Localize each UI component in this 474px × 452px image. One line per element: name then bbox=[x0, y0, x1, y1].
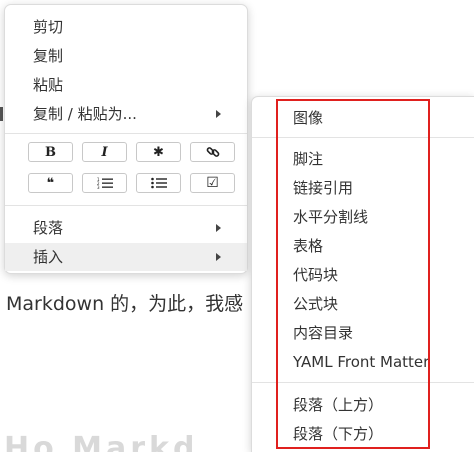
submenu-item-paragraph-below[interactable]: 段落（下方） bbox=[252, 420, 474, 448]
bold-button[interactable]: B bbox=[28, 142, 73, 162]
menu-separator bbox=[252, 137, 474, 138]
menu-separator bbox=[252, 382, 474, 383]
ordered-list-icon: 1 2 3 bbox=[97, 177, 113, 189]
unordered-list-button[interactable] bbox=[136, 173, 181, 193]
submenu-item-table[interactable]: 表格 bbox=[252, 232, 474, 260]
submenu-item-paragraph-above[interactable]: 段落（上方） bbox=[252, 391, 474, 419]
submenu-item-code-block[interactable]: 代码块 bbox=[252, 261, 474, 289]
menu-item-copy[interactable]: 复制 bbox=[5, 42, 247, 70]
insert-submenu: 图像 脚注 链接引用 水平分割线 表格 代码块 公式块 内容目录 YAML Fr… bbox=[251, 96, 474, 452]
unordered-list-icon bbox=[150, 177, 167, 189]
link-button[interactable] bbox=[190, 142, 235, 162]
code-button[interactable]: ✱ bbox=[136, 142, 181, 162]
checkbox-icon: ☑ bbox=[206, 175, 219, 191]
menu-item-copy-paste-as[interactable]: 复制 / 粘贴为... bbox=[5, 100, 247, 128]
asterisk-icon: ✱ bbox=[153, 144, 164, 160]
submenu-item-toc[interactable]: 内容目录 bbox=[252, 319, 474, 347]
submenu-item-image[interactable]: 图像 bbox=[252, 104, 474, 132]
editor-line-marker bbox=[0, 107, 3, 121]
editor-paragraph-text: Markdown 的，为此，我感 bbox=[6, 293, 244, 315]
editor-heading-fragment: Ho Markd bbox=[4, 434, 199, 452]
menu-item-insert[interactable]: 插入 bbox=[5, 243, 247, 271]
menu-item-paragraph[interactable]: 段落 bbox=[5, 214, 247, 242]
quote-button[interactable]: ❝ bbox=[28, 173, 73, 193]
menu-item-paragraph-label: 段落 bbox=[33, 219, 64, 237]
italic-icon: I bbox=[101, 144, 108, 160]
submenu-item-yaml-front-matter[interactable]: YAML Front Matter bbox=[252, 348, 474, 376]
svg-text:3: 3 bbox=[97, 185, 100, 189]
ordered-list-button[interactable]: 1 2 3 bbox=[82, 173, 127, 193]
menu-item-insert-label: 插入 bbox=[33, 248, 64, 266]
chevron-right-icon bbox=[216, 224, 221, 232]
italic-button[interactable]: I bbox=[82, 142, 127, 162]
menu-item-cut[interactable]: 剪切 bbox=[5, 13, 247, 41]
context-menu: 剪切 复制 粘贴 复制 / 粘贴为... B I ✱ ❝ 1 2 3 ☑ 段落 … bbox=[4, 4, 248, 274]
menu-item-paste[interactable]: 粘贴 bbox=[5, 71, 247, 99]
chevron-right-icon bbox=[216, 110, 221, 118]
menu-separator bbox=[5, 205, 247, 206]
submenu-item-horizontal-rule[interactable]: 水平分割线 bbox=[252, 203, 474, 231]
menu-item-copy-paste-as-label: 复制 / 粘贴为... bbox=[33, 105, 137, 123]
submenu-item-link-reference[interactable]: 链接引用 bbox=[252, 174, 474, 202]
submenu-item-math-block[interactable]: 公式块 bbox=[252, 290, 474, 318]
menu-separator bbox=[5, 133, 247, 134]
quote-icon: ❝ bbox=[46, 175, 55, 191]
chevron-right-icon bbox=[216, 253, 221, 261]
bold-icon: B bbox=[45, 144, 56, 160]
submenu-item-footnote[interactable]: 脚注 bbox=[252, 145, 474, 173]
link-icon bbox=[206, 147, 219, 157]
task-list-button[interactable]: ☑ bbox=[190, 173, 235, 193]
